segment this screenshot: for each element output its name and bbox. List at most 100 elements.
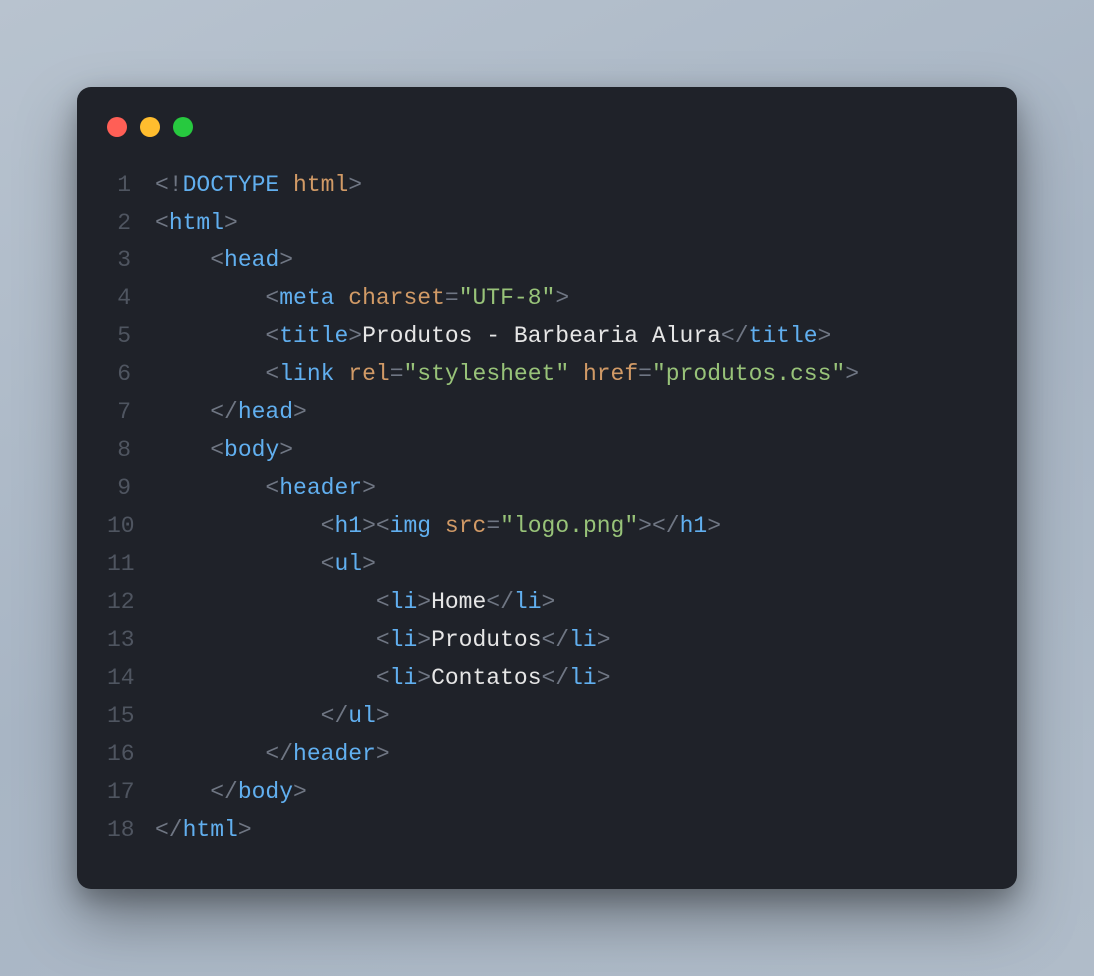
token-punct: =	[638, 361, 652, 387]
token-punct: >	[348, 323, 362, 349]
token-attr: html	[293, 172, 348, 198]
token-tag: title	[749, 323, 818, 349]
code-content[interactable]: <li>Home</li>	[155, 584, 555, 622]
token-punct: <	[265, 361, 279, 387]
code-content[interactable]: <li>Contatos</li>	[155, 660, 611, 698]
code-content[interactable]: </html>	[155, 812, 252, 850]
line-number: 17	[107, 774, 155, 812]
token-punct: >	[376, 703, 390, 729]
token-punct: >	[362, 475, 376, 501]
token-punct: >	[417, 627, 431, 653]
code-content[interactable]: <body>	[155, 432, 293, 470]
token-punct: >	[224, 210, 238, 236]
code-line[interactable]: 11 <ul>	[107, 546, 987, 584]
token-str: "UTF-8"	[459, 285, 556, 311]
line-number: 5	[107, 318, 155, 356]
token-punct: ><	[362, 513, 390, 539]
code-content[interactable]: <meta charset="UTF-8">	[155, 280, 569, 318]
token-punct: <	[155, 210, 169, 236]
token-punct: >	[417, 665, 431, 691]
token-punct: <	[210, 247, 224, 273]
code-content[interactable]: <link rel="stylesheet" href="produtos.cs…	[155, 356, 859, 394]
code-line[interactable]: 1<!DOCTYPE html>	[107, 167, 987, 205]
maximize-icon[interactable]	[173, 117, 193, 137]
line-number: 15	[107, 698, 155, 736]
code-content[interactable]: </header>	[155, 736, 390, 774]
token-punct: >	[597, 627, 611, 653]
token-punct: ></	[638, 513, 679, 539]
token-punct: =	[486, 513, 500, 539]
code-line[interactable]: 16 </header>	[107, 736, 987, 774]
line-number: 14	[107, 660, 155, 698]
code-line[interactable]: 14 <li>Contatos</li>	[107, 660, 987, 698]
token-punct: >	[293, 399, 307, 425]
token-punct: </	[210, 399, 238, 425]
token-tag: html	[183, 817, 238, 843]
token-str: "logo.png"	[500, 513, 638, 539]
code-line[interactable]: 6 <link rel="stylesheet" href="produtos.…	[107, 356, 987, 394]
token-punct: <	[265, 323, 279, 349]
code-content[interactable]: <header>	[155, 470, 376, 508]
code-line[interactable]: 7 </head>	[107, 394, 987, 432]
token-punct: <	[376, 589, 390, 615]
token-punct	[334, 285, 348, 311]
token-txt: Contatos	[431, 665, 541, 691]
token-punct: <	[265, 475, 279, 501]
minimize-icon[interactable]	[140, 117, 160, 137]
token-attr: href	[583, 361, 638, 387]
token-punct: >	[597, 665, 611, 691]
token-txt: Produtos - Barbearia Alura	[362, 323, 721, 349]
line-number: 6	[107, 356, 155, 394]
token-punct: </	[721, 323, 749, 349]
token-punct: >	[555, 285, 569, 311]
token-tag: DOCTYPE	[183, 172, 280, 198]
code-line[interactable]: 18</html>	[107, 812, 987, 850]
token-punct: >	[845, 361, 859, 387]
code-line[interactable]: 9 <header>	[107, 470, 987, 508]
token-tag: li	[390, 589, 418, 615]
line-number: 9	[107, 470, 155, 508]
token-punct: >	[818, 323, 832, 349]
token-tag: body	[238, 779, 293, 805]
code-content[interactable]: </head>	[155, 394, 307, 432]
code-content[interactable]: <head>	[155, 242, 293, 280]
code-content[interactable]: <h1><img src="logo.png"></h1>	[155, 508, 721, 546]
line-number: 3	[107, 242, 155, 280]
code-line[interactable]: 12 <li>Home</li>	[107, 584, 987, 622]
code-line[interactable]: 17 </body>	[107, 774, 987, 812]
code-line[interactable]: 10 <h1><img src="logo.png"></h1>	[107, 508, 987, 546]
code-line[interactable]: 15 </ul>	[107, 698, 987, 736]
line-number: 16	[107, 736, 155, 774]
code-content[interactable]: </ul>	[155, 698, 390, 736]
token-punct: <	[210, 437, 224, 463]
code-line[interactable]: 13 <li>Produtos</li>	[107, 622, 987, 660]
close-icon[interactable]	[107, 117, 127, 137]
code-content[interactable]: <title>Produtos - Barbearia Alura</title…	[155, 318, 831, 356]
token-punct: </	[210, 779, 238, 805]
token-attr: src	[445, 513, 486, 539]
token-tag: h1	[680, 513, 708, 539]
code-line[interactable]: 8 <body>	[107, 432, 987, 470]
code-line[interactable]: 3 <head>	[107, 242, 987, 280]
token-punct: <	[321, 513, 335, 539]
token-tag: li	[390, 627, 418, 653]
code-content[interactable]: <html>	[155, 205, 238, 243]
token-punct: <	[265, 285, 279, 311]
token-punct: </	[321, 703, 349, 729]
token-punct: <	[376, 627, 390, 653]
token-attr: rel	[348, 361, 389, 387]
token-punct: >	[362, 551, 376, 577]
code-area[interactable]: 1<!DOCTYPE html>2<html>3 <head>4 <meta c…	[77, 149, 1017, 890]
token-tag: ul	[334, 551, 362, 577]
code-line[interactable]: 4 <meta charset="UTF-8">	[107, 280, 987, 318]
code-content[interactable]: <!DOCTYPE html>	[155, 167, 362, 205]
code-content[interactable]: <ul>	[155, 546, 376, 584]
token-punct	[334, 361, 348, 387]
token-tag: header	[279, 475, 362, 501]
code-line[interactable]: 5 <title>Produtos - Barbearia Alura</tit…	[107, 318, 987, 356]
code-content[interactable]: </body>	[155, 774, 307, 812]
code-line[interactable]: 2<html>	[107, 205, 987, 243]
token-punct: >	[376, 741, 390, 767]
token-punct: >	[293, 779, 307, 805]
code-content[interactable]: <li>Produtos</li>	[155, 622, 611, 660]
